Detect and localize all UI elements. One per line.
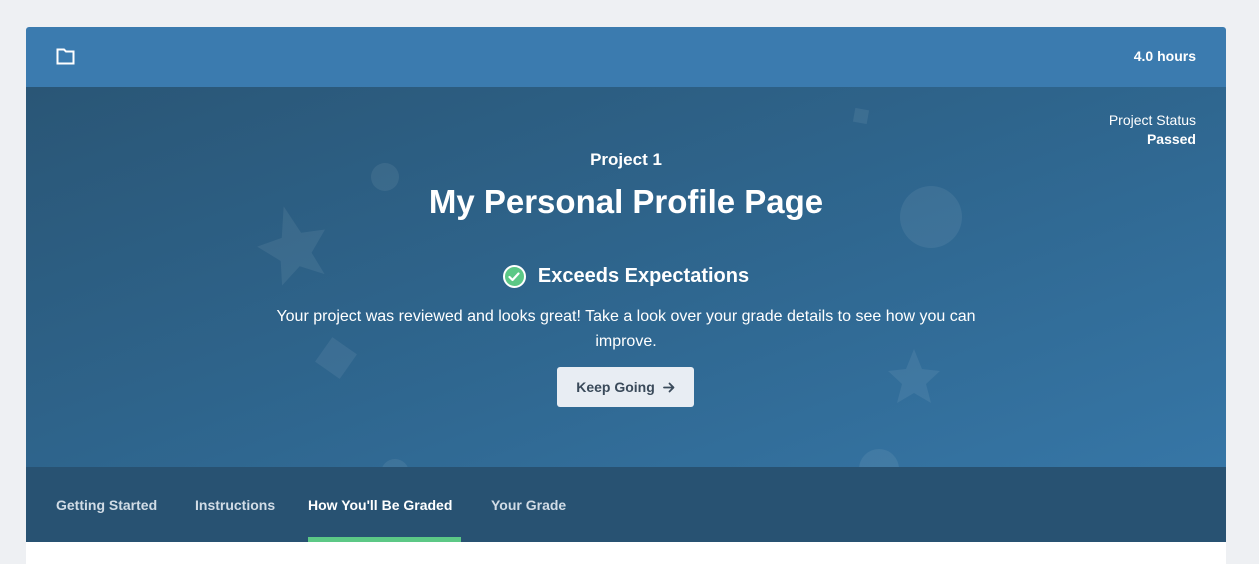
arrow-right-icon	[662, 382, 675, 393]
check-circle-icon	[502, 265, 526, 288]
project-topbar: 4.0 hours	[26, 27, 1226, 87]
project-number: Project 1	[590, 150, 662, 169]
keep-going-label: Keep Going	[576, 379, 655, 395]
folder-icon	[56, 48, 75, 65]
grade-description: Your project was reviewed and looks grea…	[276, 308, 976, 350]
project-status: Project Status Passed	[1109, 111, 1196, 149]
project-status-value: Passed	[1146, 131, 1196, 147]
grade-summary: Exceeds Expectations	[26, 265, 1226, 288]
project-hours: 4.0 hours	[1133, 48, 1196, 64]
grade-label: Exceeds Expectations	[537, 265, 750, 287]
project-hero: Project Status Passed Project 1 My Perso…	[26, 87, 1226, 467]
tab-how-youll-be-graded[interactable]: How You'll Be Graded	[308, 467, 452, 542]
tab-getting-started[interactable]: Getting Started	[56, 467, 157, 542]
project-card: 4.0 hours Project Status Passed Project …	[26, 27, 1226, 564]
tab-instructions[interactable]: Instructions	[195, 467, 275, 542]
project-title: My Personal Profile Page	[428, 183, 824, 220]
project-status-label: Project Status	[1108, 112, 1196, 128]
tab-your-grade[interactable]: Your Grade	[491, 467, 566, 542]
keep-going-button[interactable]: Keep Going	[557, 367, 694, 407]
project-tabs: Getting Started Instructions How You'll …	[26, 467, 1226, 542]
active-tab-indicator	[308, 537, 461, 542]
